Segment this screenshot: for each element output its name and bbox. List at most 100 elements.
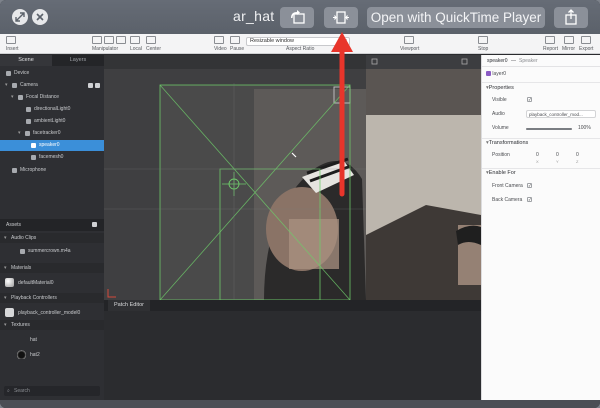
header-separator: — bbox=[511, 58, 516, 64]
quicklook-bar: ar_hat Open with QuickTime Player bbox=[0, 0, 600, 34]
tree-item-camera[interactable]: ▾ Camera bbox=[0, 80, 104, 91]
asset-section-textures[interactable]: ▾ Textures bbox=[0, 320, 104, 330]
divider bbox=[482, 168, 600, 169]
device-preview-render bbox=[366, 55, 481, 300]
volume-fill bbox=[526, 128, 572, 130]
asset-section-audio-clips[interactable]: ▾ Audio Clips bbox=[0, 233, 104, 243]
volume-value[interactable]: 100% bbox=[578, 125, 591, 131]
asset-section-playback[interactable]: ▾ Playback Controllers bbox=[0, 293, 104, 303]
position-x-value[interactable]: 0 bbox=[536, 152, 539, 158]
playback-controller-icon bbox=[5, 308, 14, 317]
tree-item-focal-distance[interactable]: ▾ Focal Distance bbox=[0, 92, 104, 103]
disclosure-triangle-icon[interactable]: ▾ bbox=[11, 92, 14, 103]
asset-item-audio[interactable]: summercrown.m4a bbox=[0, 246, 104, 257]
properties-section[interactable]: Properties bbox=[486, 85, 514, 91]
inspector-header: speaker0 — Speaker bbox=[482, 55, 600, 67]
texture-thumbnail bbox=[17, 350, 26, 359]
window-title: ar_hat bbox=[233, 8, 275, 24]
tree-item-directional-light[interactable]: directionalLight0 bbox=[0, 104, 104, 115]
viewport-icon bbox=[404, 36, 414, 44]
front-camera-checkbox[interactable]: ✓ bbox=[527, 183, 532, 188]
assets-header: Assets bbox=[0, 219, 104, 231]
tab-layers[interactable]: Layers bbox=[52, 55, 104, 66]
transformations-section[interactable]: Transformations bbox=[486, 140, 529, 146]
divider bbox=[482, 138, 600, 139]
layer-selector[interactable]: layer0 bbox=[486, 71, 506, 77]
patch-editor-panel[interactable]: Patch Editor bbox=[104, 300, 481, 400]
tree-item-facetracker[interactable]: ▾ facetracker0 bbox=[0, 128, 104, 139]
open-with-quicktime-button[interactable]: Open with QuickTime Player bbox=[367, 7, 545, 28]
export-icon bbox=[581, 36, 591, 44]
volume-slider[interactable] bbox=[526, 128, 572, 130]
add-asset-icon[interactable] bbox=[92, 222, 97, 227]
center-icon bbox=[146, 36, 156, 44]
camera-icon bbox=[12, 83, 17, 88]
video-icon bbox=[214, 36, 224, 44]
audio-select[interactable]: playback_controller_mod... bbox=[526, 110, 596, 118]
light-icon bbox=[26, 119, 31, 124]
tree-item-device[interactable]: Device bbox=[0, 68, 104, 79]
device-preview bbox=[366, 55, 481, 300]
facetracker-icon bbox=[25, 131, 30, 136]
scene-panel: Scene Layers Device ▾ Camera ▾ Focal Dis… bbox=[0, 55, 104, 400]
move-icon bbox=[92, 36, 102, 44]
asset-item-playback[interactable]: playback_controller_model0 bbox=[0, 306, 104, 320]
asset-search-field[interactable]: ⌕ Search bbox=[4, 386, 100, 396]
add-icon[interactable] bbox=[88, 83, 93, 88]
tab-scene[interactable]: Scene bbox=[0, 55, 52, 66]
trim-icon bbox=[333, 11, 349, 24]
light-icon bbox=[26, 107, 31, 112]
tab-patch-editor[interactable]: Patch Editor bbox=[108, 300, 150, 311]
report-icon bbox=[545, 36, 555, 44]
asset-item-material[interactable]: defaultMaterial0 bbox=[0, 276, 104, 290]
tree-item-speaker[interactable]: speaker0 bbox=[0, 140, 104, 151]
trim-button[interactable] bbox=[324, 7, 358, 28]
scale-icon bbox=[116, 36, 126, 44]
scene-tabs: Scene Layers bbox=[0, 55, 104, 66]
tree-item-ambient-light[interactable]: ambientLight0 bbox=[0, 116, 104, 127]
viewport[interactable] bbox=[104, 55, 366, 300]
scene-render bbox=[104, 69, 366, 300]
quicklook-window: ar_hat Open with QuickTime Player Insert bbox=[0, 0, 600, 408]
tree-item-facemesh[interactable]: facemesh0 bbox=[0, 152, 104, 163]
share-icon bbox=[565, 9, 577, 25]
position-z-value[interactable]: 0 bbox=[576, 152, 579, 158]
asset-item-texture-hat2[interactable]: hat2 bbox=[0, 348, 104, 362]
fullscreen-button[interactable] bbox=[12, 9, 28, 25]
mirror-icon bbox=[564, 36, 574, 44]
pause-icon bbox=[230, 36, 240, 44]
aspect-ratio-label: Aspect Ratio bbox=[286, 46, 315, 52]
tree-item-microphone[interactable]: Microphone bbox=[0, 165, 104, 176]
close-icon bbox=[36, 13, 44, 21]
aspect-ratio-select[interactable]: Resizable window bbox=[246, 37, 350, 46]
layer-color-icon bbox=[486, 71, 491, 77]
search-icon: ⌕ bbox=[7, 388, 10, 394]
expand-arrows-icon bbox=[15, 12, 25, 22]
material-thumbnail bbox=[5, 278, 14, 287]
visible-checkbox[interactable]: ✓ bbox=[527, 97, 532, 102]
rotate-tool-icon bbox=[104, 36, 114, 44]
audio-file-icon bbox=[20, 249, 25, 254]
disclosure-triangle-icon[interactable]: ▾ bbox=[18, 128, 21, 139]
camera-options-icon[interactable] bbox=[95, 83, 100, 88]
focal-distance-icon bbox=[18, 95, 23, 100]
device-icon bbox=[6, 71, 11, 76]
viewport-top-strip bbox=[104, 55, 366, 69]
enable-for-section[interactable]: Enable For bbox=[486, 170, 516, 176]
disclosure-triangle-icon[interactable]: ▾ bbox=[5, 80, 8, 91]
close-button[interactable] bbox=[32, 9, 48, 25]
plus-icon bbox=[6, 36, 16, 44]
position-y-value[interactable]: 0 bbox=[556, 152, 559, 158]
divider bbox=[482, 82, 600, 83]
facemesh-icon bbox=[31, 155, 36, 160]
window-bottom-edge bbox=[0, 400, 600, 408]
asset-section-materials[interactable]: ▾ Materials bbox=[0, 263, 104, 273]
patch-editor-tabbar: Patch Editor bbox=[104, 300, 481, 311]
share-button[interactable] bbox=[554, 7, 588, 28]
texture-thumbnail bbox=[17, 335, 26, 344]
asset-item-texture-hat[interactable]: hat bbox=[0, 333, 104, 347]
rotate-button[interactable] bbox=[280, 7, 314, 28]
toolbar: Insert Manipulator Local Center Video Pa… bbox=[0, 34, 600, 54]
back-camera-checkbox[interactable]: ✓ bbox=[527, 197, 532, 202]
inspector-panel: speaker0 — Speaker layer0 Properties Vis… bbox=[481, 55, 600, 400]
